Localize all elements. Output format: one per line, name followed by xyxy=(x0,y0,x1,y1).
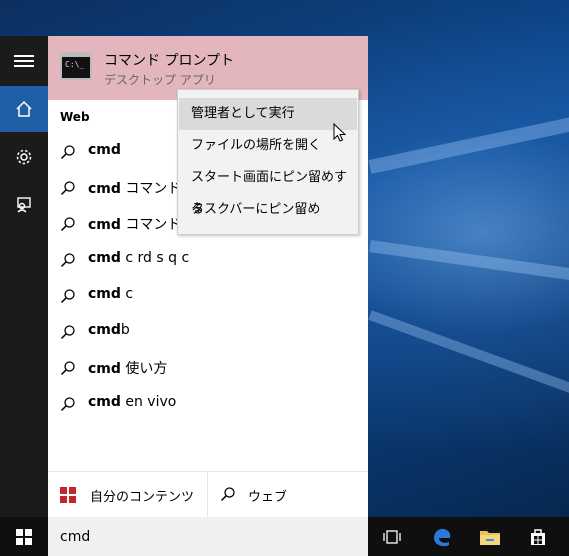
light-beam xyxy=(369,240,569,283)
context-menu: 管理者として実行 ファイルの場所を開く スタート画面にピン留めする タスクバーに… xyxy=(177,89,359,235)
start-button[interactable] xyxy=(0,517,48,556)
web-section-header: Web xyxy=(60,110,90,124)
windows-logo-icon xyxy=(60,487,76,503)
search-icon xyxy=(60,253,75,268)
gear-icon[interactable] xyxy=(0,134,48,180)
run-as-admin-menu-item[interactable]: 管理者として実行 xyxy=(179,98,357,130)
suggestion-rest: コマンド xyxy=(120,217,182,233)
suggestion-rest: en vivo xyxy=(120,394,177,410)
light-beam xyxy=(368,310,569,395)
suggestion-rest: c rd s q c xyxy=(120,250,190,266)
command-prompt-icon: C:\_ xyxy=(60,52,92,80)
web-search-button[interactable]: ウェブ xyxy=(208,472,368,518)
web-label: ウェブ xyxy=(248,490,288,505)
suggestion-rest: b xyxy=(120,322,130,338)
hamburger-menu-icon[interactable] xyxy=(0,38,48,84)
suggestion-bold: cmd xyxy=(88,394,121,410)
pin-to-taskbar-menu-item[interactable]: タスクバーにピン留め xyxy=(179,194,357,226)
suggestion-bold: cmd xyxy=(88,361,121,377)
web-suggestion[interactable]: cmd c xyxy=(48,278,368,314)
web-suggestion[interactable]: cmd en vivo xyxy=(48,386,368,422)
mouse-cursor-icon xyxy=(333,123,347,142)
suggestion-bold: cmd xyxy=(88,217,121,233)
home-icon[interactable] xyxy=(0,86,48,132)
store-icon[interactable] xyxy=(514,517,562,556)
open-file-location-menu-item[interactable]: ファイルの場所を開く xyxy=(179,130,357,162)
pin-to-start-menu-item[interactable]: スタート画面にピン留めする xyxy=(179,162,357,217)
taskbar xyxy=(0,517,569,556)
feedback-icon[interactable] xyxy=(0,182,48,228)
my-content-label: 自分のコンテンツ xyxy=(90,490,195,505)
search-icon xyxy=(60,325,75,340)
suggestion-bold: cmd xyxy=(88,286,121,302)
web-suggestion[interactable]: cmdb xyxy=(48,314,368,350)
suggestion-bold: cmd xyxy=(88,181,121,197)
start-menu-rail xyxy=(0,36,48,517)
search-icon xyxy=(220,487,235,502)
windows-logo-icon xyxy=(16,528,32,545)
edge-browser-icon[interactable] xyxy=(418,517,466,556)
file-explorer-icon[interactable] xyxy=(466,517,514,556)
web-suggestion[interactable]: cmd c rd s q c xyxy=(48,242,368,278)
taskbar-search-box[interactable] xyxy=(48,517,368,556)
search-icon xyxy=(60,289,75,304)
light-beam xyxy=(368,114,569,174)
search-input[interactable] xyxy=(48,517,368,556)
web-suggestion[interactable]: cmd 使い方 xyxy=(48,350,368,386)
task-view-icon[interactable] xyxy=(368,517,416,556)
top-result-title: コマンド プロンプト xyxy=(104,53,235,69)
suggestion-rest: 使い方 xyxy=(120,361,168,377)
top-result-subtitle: デスクトップ アプリ xyxy=(104,73,216,87)
search-icon xyxy=(60,361,75,376)
suggestion-bold: cmd xyxy=(88,250,121,266)
suggestion-bold: cmd xyxy=(88,142,121,158)
search-icon xyxy=(60,181,75,196)
suggestion-bold: cmd xyxy=(88,322,121,338)
search-icon xyxy=(60,217,75,232)
my-content-button[interactable]: 自分のコンテンツ xyxy=(48,472,208,518)
search-icon xyxy=(60,397,75,412)
search-filter-bar: 自分のコンテンツ ウェブ xyxy=(48,471,368,518)
search-icon xyxy=(60,145,75,160)
suggestion-rest: c xyxy=(120,286,134,302)
